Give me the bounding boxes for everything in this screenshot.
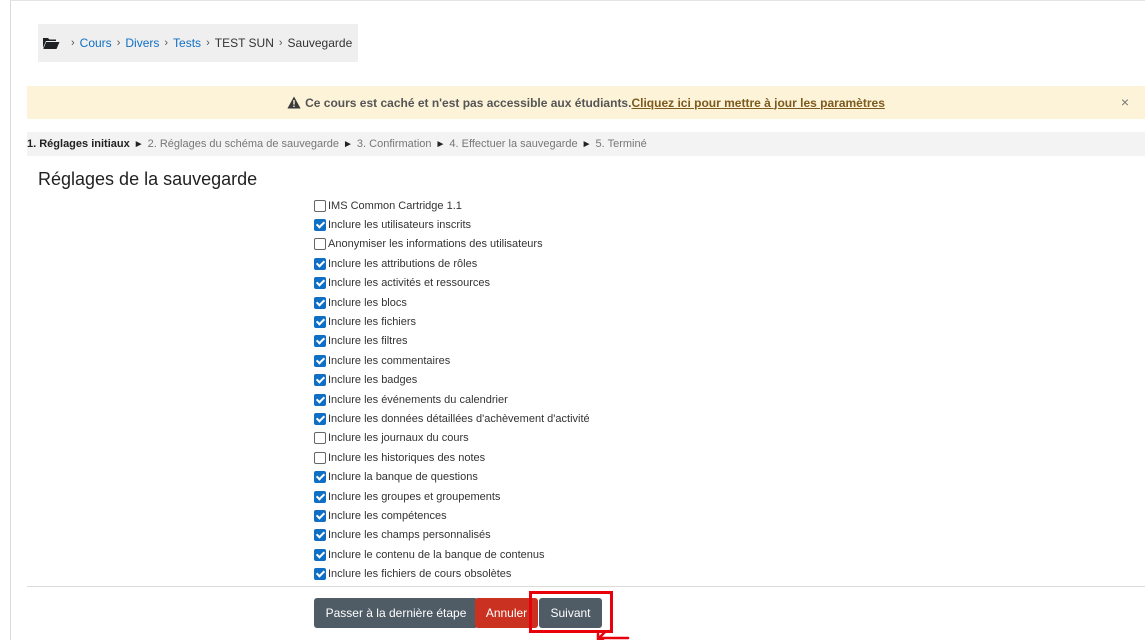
backup-option-label: Inclure les événements du calendrier — [328, 393, 508, 406]
checkbox-checked[interactable] — [314, 529, 326, 542]
breadcrumb-separator: › — [71, 37, 75, 49]
checkbox-checked[interactable] — [314, 393, 326, 406]
checkbox-checked[interactable] — [314, 219, 326, 232]
form-divider — [27, 586, 1145, 587]
backup-option-label: Inclure les blocs — [328, 296, 407, 309]
next-button-highlight — [529, 591, 613, 633]
backup-option-label: Inclure le contenu de la banque de conte… — [328, 548, 545, 561]
backup-option[interactable]: Inclure les activités et ressources — [314, 274, 590, 293]
warning-triangle-icon — [287, 96, 301, 109]
backup-option-label: Inclure la banque de questions — [328, 471, 478, 484]
checkbox-checked[interactable] — [314, 335, 326, 348]
breadcrumb-separator: › — [116, 37, 121, 49]
backup-option[interactable]: Inclure le contenu de la banque de conte… — [314, 545, 590, 564]
backup-option-label: Inclure les badges — [328, 374, 418, 387]
backup-option-label: Inclure les filtres — [328, 335, 408, 348]
backup-option[interactable]: Inclure les historiques des notes — [314, 448, 590, 467]
checkbox-checked[interactable] — [314, 412, 326, 425]
backup-option[interactable]: Inclure les compétences — [314, 506, 590, 525]
backup-option[interactable]: Inclure les commentaires — [314, 351, 590, 370]
checkbox-checked[interactable] — [314, 548, 326, 561]
top-divider — [10, 0, 1145, 1]
breadcrumb-item-tests[interactable]: Tests — [173, 36, 201, 50]
backup-option[interactable]: Inclure les données détaillées d'achèvem… — [314, 409, 590, 428]
backup-option[interactable]: Inclure les filtres — [314, 332, 590, 351]
backup-option[interactable]: Inclure les champs personnalisés — [314, 526, 590, 545]
backup-option-label: Inclure les utilisateurs inscrits — [328, 219, 472, 232]
backup-option-label: Inclure les compétences — [328, 509, 447, 522]
breadcrumb-item-cours[interactable]: Cours — [80, 36, 112, 50]
folder-open-icon[interactable] — [42, 36, 60, 50]
backup-option[interactable]: Inclure les événements du calendrier — [314, 390, 590, 409]
breadcrumb-separator: › — [206, 37, 210, 49]
backup-settings-list: IMS Common Cartridge 1.1 Inclure les util… — [314, 196, 590, 584]
breadcrumb-item-test-sun: TEST SUN — [214, 36, 274, 50]
hidden-course-alert: Ce cours est caché et n'est pas accessib… — [27, 86, 1145, 119]
breadcrumb: › Cours › Divers › Tests › TEST SUN › Sa… — [38, 24, 358, 62]
backup-option-label: IMS Common Cartridge 1.1 — [328, 199, 462, 212]
progress-step-4: 4. Effectuer la sauvegarde — [449, 138, 578, 150]
backup-option-label: Inclure les attributions de rôles — [328, 257, 478, 270]
checkbox-checked[interactable] — [314, 568, 326, 581]
breadcrumb-separator: › — [164, 37, 169, 49]
backup-option-label: Inclure les fichiers — [328, 316, 417, 329]
checkbox-checked[interactable] — [314, 354, 326, 367]
backup-progress-bar: 1. Réglages initiaux ► 2. Réglages du sc… — [27, 132, 1145, 156]
progress-arrow-icon: ► — [343, 138, 353, 150]
progress-arrow-icon: ► — [133, 138, 144, 150]
backup-option[interactable]: Inclure les fichiers de cours obsolètes — [314, 564, 590, 583]
backup-option-label: Inclure les journaux du cours — [328, 432, 469, 445]
progress-step-2: 2. Réglages du schéma de sauvegarde — [147, 138, 340, 150]
backup-option[interactable]: Inclure les fichiers — [314, 312, 590, 331]
progress-arrow-icon: ► — [435, 138, 446, 150]
checkbox-checked[interactable] — [314, 490, 326, 503]
backup-option-label: Inclure les commentaires — [328, 354, 451, 367]
backup-option[interactable]: Inclure la banque de questions — [314, 467, 590, 486]
backup-option-label: Inclure les activités et ressources — [328, 277, 491, 290]
backup-option[interactable]: Anonymiser les informations des utilisat… — [314, 235, 590, 254]
breadcrumb-separator: › — [278, 37, 283, 49]
backup-option[interactable]: Inclure les blocs — [314, 293, 590, 312]
checkbox-unchecked[interactable] — [314, 451, 326, 464]
backup-option-label: Inclure les champs personnalisés — [328, 529, 491, 542]
alert-message: Ce cours est caché et n'est pas accessib… — [305, 95, 632, 110]
page-title: Réglages de la sauvegarde — [38, 169, 258, 189]
progress-step-3: 3. Confirmation — [356, 138, 432, 150]
checkbox-unchecked[interactable] — [314, 432, 326, 445]
checkbox-unchecked[interactable] — [314, 199, 326, 212]
backup-option[interactable]: Inclure les journaux du cours — [314, 429, 590, 448]
pointer-arrow-icon — [596, 630, 630, 640]
checkbox-unchecked[interactable] — [314, 238, 326, 251]
checkbox-checked[interactable] — [314, 277, 326, 290]
progress-step-1: 1. Réglages initiaux — [27, 138, 130, 150]
backup-option[interactable]: Inclure les groupes et groupements — [314, 487, 590, 506]
backup-option[interactable]: IMS Common Cartridge 1.1 — [314, 196, 590, 215]
backup-option-label: Inclure les groupes et groupements — [328, 490, 501, 503]
checkbox-checked[interactable] — [314, 296, 326, 309]
progress-arrow-icon: ► — [581, 138, 592, 150]
backup-option-label: Inclure les fichiers de cours obsolètes — [328, 568, 512, 581]
backup-option[interactable]: Inclure les utilisateurs inscrits — [314, 215, 590, 234]
checkbox-checked[interactable] — [314, 316, 326, 329]
breadcrumb-item-sauvegarde: Sauvegarde — [287, 36, 353, 50]
backup-option-label: Anonymiser les informations des utilisat… — [328, 238, 543, 251]
checkbox-checked[interactable] — [314, 471, 326, 484]
update-settings-link[interactable]: Cliquez ici pour mettre à jour les param… — [631, 96, 884, 110]
breadcrumb-item-divers[interactable]: Divers — [125, 36, 159, 50]
backup-option[interactable]: Inclure les attributions de rôles — [314, 254, 590, 273]
close-icon[interactable]: × — [1121, 94, 1129, 110]
checkbox-checked[interactable] — [314, 509, 326, 522]
progress-step-5: 5. Terminé — [595, 138, 647, 150]
backup-option-label: Inclure les données détaillées d'achèvem… — [328, 412, 590, 425]
backup-option[interactable]: Inclure les badges — [314, 371, 590, 390]
checkbox-checked[interactable] — [314, 374, 326, 387]
backup-option-label: Inclure les historiques des notes — [328, 451, 486, 464]
skip-to-last-step-button[interactable]: Passer à la dernière étape — [314, 598, 478, 628]
checkbox-checked[interactable] — [314, 257, 326, 270]
